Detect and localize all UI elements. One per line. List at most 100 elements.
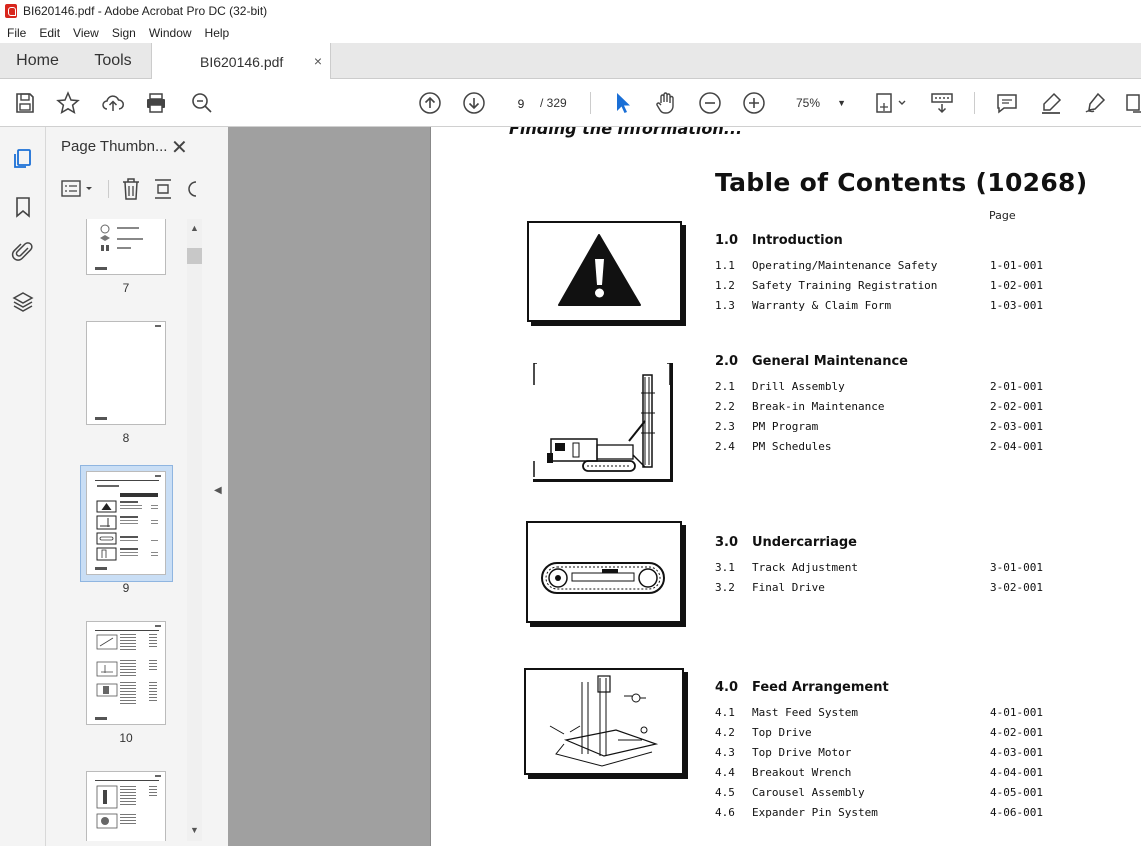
window-title: BI620146.pdf - Adobe Acrobat Pro DC (32-… <box>23 4 268 18</box>
section-title: Undercarriage <box>752 535 857 550</box>
toc-item-page: 3-01-001 <box>990 561 1043 574</box>
section-title: General Maintenance <box>752 354 908 369</box>
thumbnail-page[interactable] <box>86 771 166 841</box>
thumbnail-preview <box>95 775 161 829</box>
window-titlebar: BI620146.pdf - Adobe Acrobat Pro DC (32-… <box>0 0 1141 22</box>
options-menu-icon[interactable] <box>60 178 96 200</box>
previous-page-icon[interactable] <box>418 91 442 115</box>
toc-item-page: 3-02-001 <box>990 581 1043 594</box>
chevron-down-icon: ▼ <box>837 98 846 108</box>
toolbar-divider <box>590 92 591 114</box>
thumbnail-page[interactable] <box>86 621 166 725</box>
menu-sign[interactable]: Sign <box>112 26 136 40</box>
page-column-label: Page <box>989 209 1016 222</box>
page-total: / 329 <box>540 96 567 110</box>
toc-item-title: Expander Pin System <box>752 806 878 819</box>
tab-home[interactable]: Home <box>0 43 75 79</box>
menu-help[interactable]: Help <box>205 26 230 40</box>
figure-feed-arrangement <box>524 668 684 775</box>
toc-item-number: 2.4 <box>715 440 735 453</box>
toc-item-title: Operating/Maintenance Safety <box>752 259 938 272</box>
toc-item-number: 4.6 <box>715 806 735 819</box>
tab-close-button[interactable]: × <box>314 53 322 69</box>
figure-drill-rig <box>533 362 673 482</box>
document-viewer[interactable]: Finding the Information... Table of Cont… <box>228 127 1141 846</box>
rotate-pages-icon[interactable] <box>152 177 174 201</box>
feed-arrangement-illustration <box>549 675 659 767</box>
print-icon[interactable] <box>144 91 168 115</box>
thumbnail-label: 9 <box>122 581 130 595</box>
page-number-input[interactable]: 9 <box>505 91 537 115</box>
thumbnail-preview <box>95 475 161 570</box>
toc-item-number: 4.3 <box>715 746 735 759</box>
main-toolbar <box>0 79 1141 127</box>
toc-item-title: Top Drive Motor <box>752 746 852 759</box>
thumbnail-page-selected[interactable] <box>86 471 166 575</box>
menu-file[interactable]: File <box>7 26 26 40</box>
panel-splitter[interactable]: ◀ <box>210 127 228 846</box>
collapse-panel-icon[interactable]: ◀ <box>214 485 222 496</box>
sign-pen-icon[interactable] <box>1083 91 1107 115</box>
toc-item-number: 4.5 <box>715 786 735 799</box>
toc-title: Table of Contents (10268) <box>715 168 1088 197</box>
page-heading: Finding the Information... <box>509 127 743 138</box>
highlight-pen-icon[interactable] <box>1039 91 1063 115</box>
thumbnail-page[interactable] <box>86 219 166 275</box>
toc-item-page: 1-02-001 <box>990 279 1043 292</box>
hand-tool-icon[interactable] <box>654 91 678 115</box>
menu-window[interactable]: Window <box>149 26 192 40</box>
comment-icon[interactable] <box>995 91 1019 115</box>
rotate-icon[interactable] <box>184 177 198 201</box>
trash-icon[interactable] <box>120 177 142 201</box>
tab-tools[interactable]: Tools <box>75 43 151 79</box>
panel-divider <box>108 180 109 198</box>
more-tools-icon[interactable] <box>1124 91 1141 115</box>
toc-item-number: 4.2 <box>715 726 735 739</box>
toc-item-page: 1-03-001 <box>990 299 1043 312</box>
tab-document[interactable]: BI620146.pdf × <box>151 43 331 80</box>
select-cursor-icon[interactable] <box>610 91 634 115</box>
drill-rig-illustration <box>533 362 671 477</box>
toc-item-title: Top Drive <box>752 726 812 739</box>
scroll-mode-icon[interactable] <box>930 91 954 115</box>
layers-icon[interactable] <box>11 290 35 314</box>
zoom-search-icon[interactable] <box>190 91 214 115</box>
zoom-level-select[interactable]: 75% ▼ <box>790 91 852 115</box>
save-icon[interactable] <box>13 91 37 115</box>
tab-bar: Home Tools BI620146.pdf × <box>0 43 1141 80</box>
thumbnail-label: 7 <box>122 281 130 295</box>
section-number: 2.0 <box>715 354 739 369</box>
navigation-rail <box>0 127 46 846</box>
upload-cloud-icon[interactable] <box>101 91 125 115</box>
attachments-icon[interactable] <box>11 240 35 264</box>
thumbnail-label: 8 <box>122 431 130 445</box>
toc-item-page: 4-04-001 <box>990 766 1043 779</box>
zoom-out-icon[interactable] <box>698 91 722 115</box>
scrollbar-thumb[interactable] <box>187 248 202 264</box>
star-icon[interactable] <box>56 91 80 115</box>
menu-view[interactable]: View <box>73 26 99 40</box>
page-thumbnails-icon[interactable] <box>11 147 35 171</box>
thumbnails-scrollbar[interactable]: ▲ ▼ <box>187 219 202 841</box>
pdf-page: Finding the Information... Table of Cont… <box>430 127 1141 846</box>
bookmarks-icon[interactable] <box>11 195 35 219</box>
page-fit-icon[interactable] <box>875 91 909 115</box>
toolbar-divider <box>974 92 975 114</box>
warning-icon <box>558 234 641 306</box>
tab-document-label: BI620146.pdf <box>200 53 284 70</box>
thumbnail-preview <box>95 224 143 270</box>
toc-item-number: 4.4 <box>715 766 735 779</box>
toc-item-page: 4-03-001 <box>990 746 1043 759</box>
zoom-in-icon[interactable] <box>742 91 766 115</box>
scroll-up-icon[interactable]: ▲ <box>190 223 199 233</box>
section-title: Feed Arrangement <box>752 680 889 695</box>
menu-edit[interactable]: Edit <box>39 26 60 40</box>
next-page-icon[interactable] <box>462 91 486 115</box>
scroll-down-icon[interactable]: ▼ <box>190 825 199 835</box>
panel-close-button[interactable]: ✕ <box>171 135 188 160</box>
thumbnail-page[interactable] <box>86 321 166 425</box>
toc-item-page: 2-04-001 <box>990 440 1043 453</box>
toc-item-number: 2.2 <box>715 400 735 413</box>
toc-item-page: 4-02-001 <box>990 726 1043 739</box>
thumbnails-list: 7 8 9 10 <box>46 219 186 841</box>
